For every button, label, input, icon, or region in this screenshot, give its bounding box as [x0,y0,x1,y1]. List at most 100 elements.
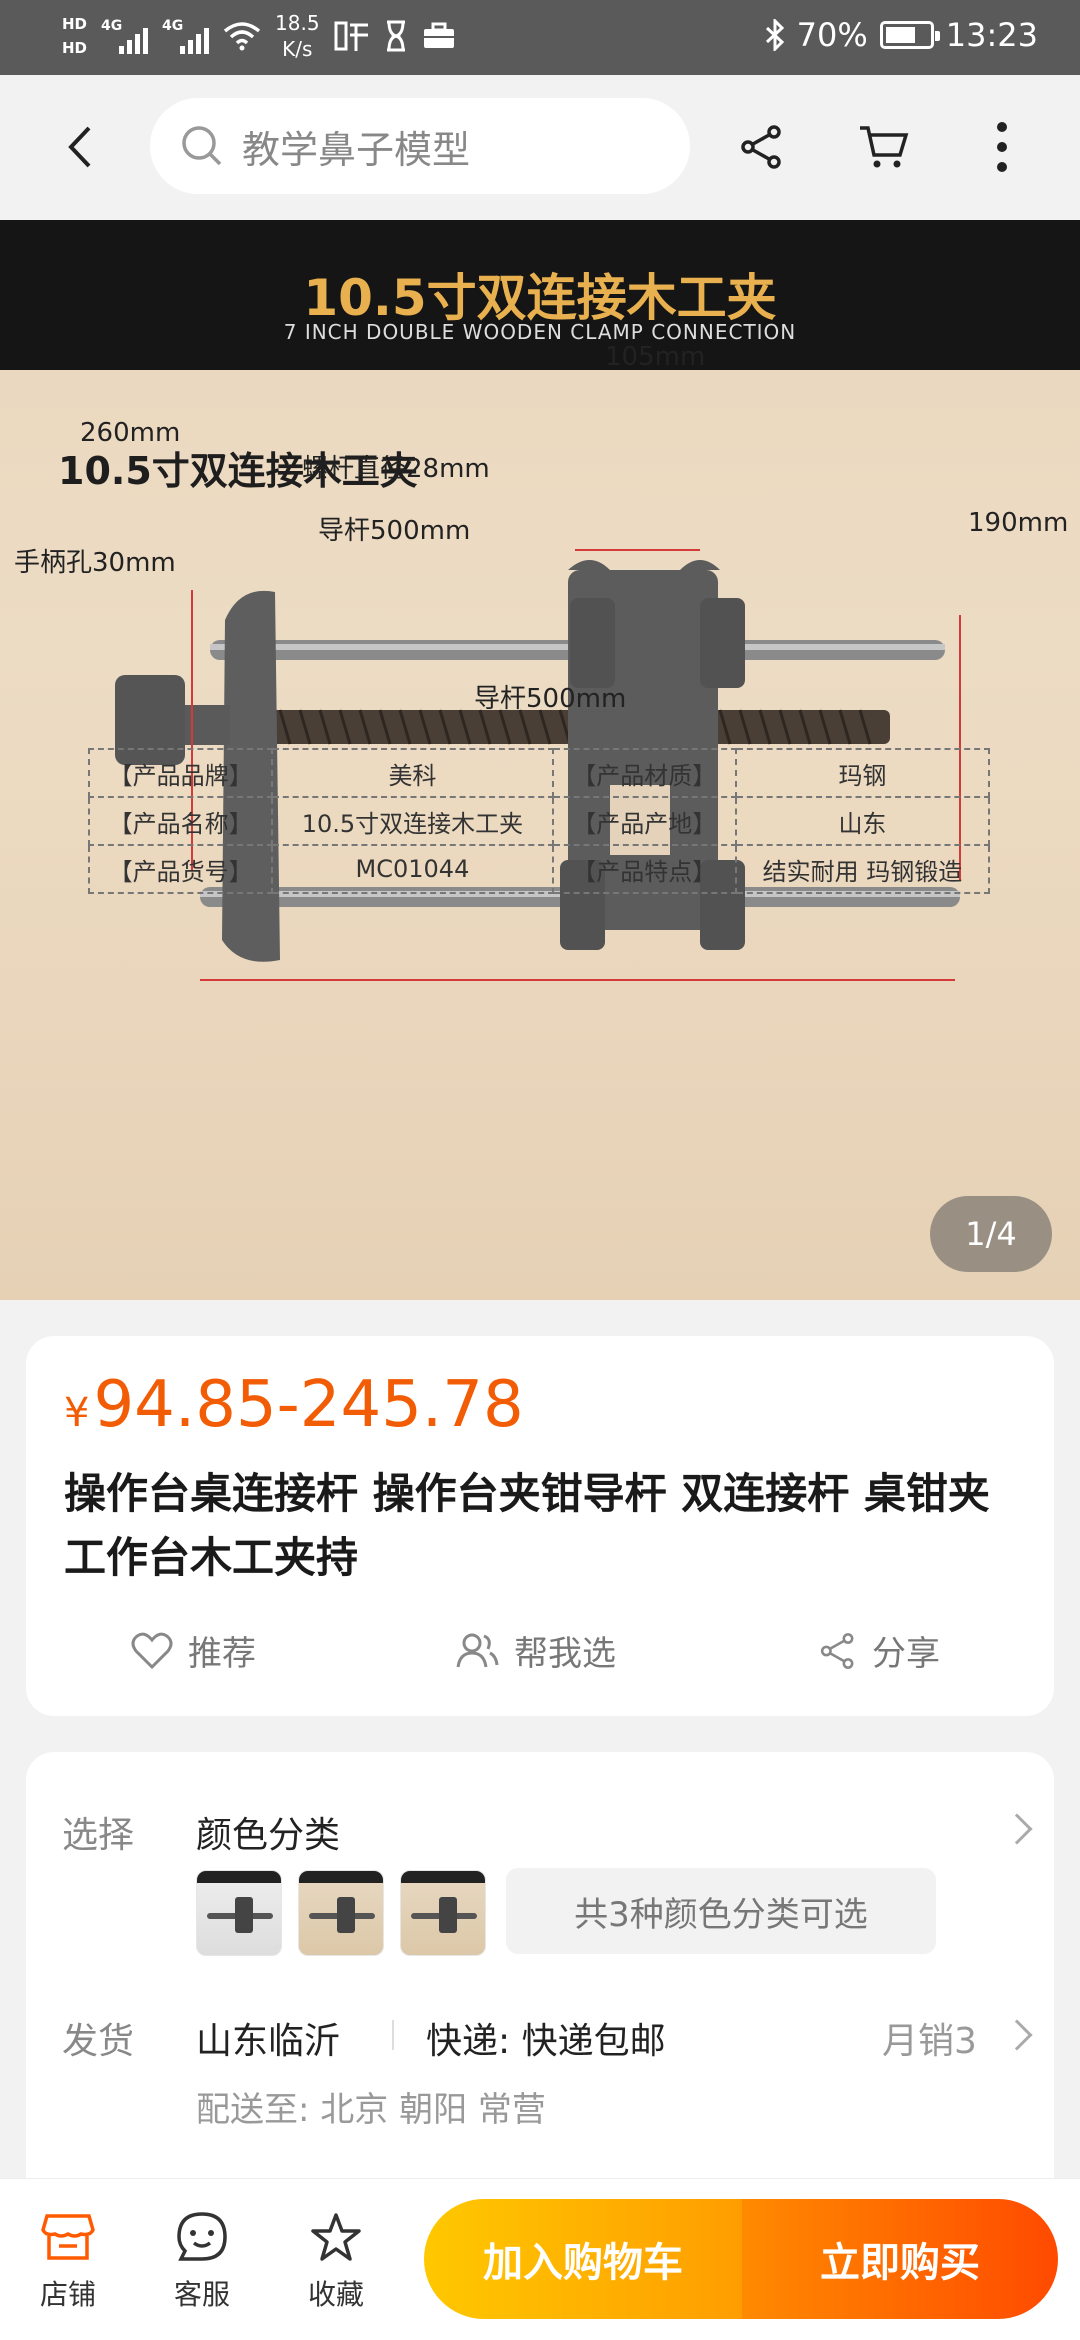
share-label: 分享 [872,1634,940,1674]
chevron-right-icon [1001,1813,1033,1845]
select-row[interactable]: 选择 颜色分类 共3种颜色分类可选 [26,1752,1054,1972]
favorite-label: 收藏 [307,2278,364,2311]
network-label-1: 4G [101,18,123,34]
ship-label: 发货 [62,2021,135,2062]
spec-row: 【产品名称】 10.5寸双连接木工夹 【产品产地】 山东 [87,796,991,846]
help-choose-label: 帮我选 [514,1634,616,1674]
chevron-right-icon [1001,2019,1033,2051]
battery-icon [879,21,940,49]
more-button[interactable] [970,115,1034,179]
share-icon [741,125,781,169]
spec-cell: 玛钢 [734,748,991,798]
share-icon [820,1632,854,1669]
ship-origin: 山东临沂 [196,2021,341,2062]
network-speed: 18.5 K/s [275,10,320,62]
signal-icon-2: 4G [162,18,210,54]
dim-guide-mid: 导杆500mm [318,516,471,546]
spec-row: 【产品货号】 MC01044 【产品特点】 结实耐用 玛钢锻造 [87,844,991,894]
share-button[interactable] [730,115,794,179]
buy-now-button[interactable]: 立即购买 [742,2199,1058,2319]
shipping-row[interactable]: 发货 山东临沂 快递: 快递包邮 月销3 配送至: 北京 朝阳 常营 [26,1982,1054,2182]
more-vertical-icon [997,122,1007,172]
option-summary[interactable]: 共3种颜色分类可选 [506,1868,936,1954]
shop-button[interactable]: 店铺 [18,2209,118,2313]
dim-left: 260mm [80,418,181,448]
action-row: 推荐 帮我选 分享 [26,1626,1054,1696]
shop-label: 店铺 [39,2278,96,2311]
dim-guide-bottom: 导杆500mm [474,684,627,714]
help-choose-button[interactable]: 帮我选 [454,1626,616,1675]
deliver-to: 配送至: 北京 朝阳 常营 [196,2090,546,2130]
spec-cell: 【产品名称】 [87,796,274,846]
speed-value: 18.5 [275,11,320,35]
back-button[interactable] [50,117,110,177]
spec-cell: 【产品材质】 [551,748,737,798]
dim-screw: 螺杆直径28mm [302,454,490,484]
dim-top: 105mm [605,342,706,372]
dim-handle: 手柄孔30mm [14,548,176,578]
briefcase-icon [423,22,454,48]
spec-cell: 【产品品牌】 [87,748,274,798]
spec-cell: 【产品特点】 [551,844,737,894]
price-value: 94.85-245.78 [93,1368,524,1442]
search-icon [182,126,222,166]
chat-face-icon [177,2212,227,2261]
currency-symbol: ¥ [64,1390,90,1436]
customer-service-label: 客服 [173,2278,230,2311]
recommend-button[interactable]: 推荐 [130,1626,256,1675]
monthly-sales: 月销3 [882,2021,977,2062]
bottom-action-bar: 店铺 客服 收藏 加入购物车 立即购买 [0,2178,1080,2340]
status-bar: HD HD 4G 4G 18.5 K/s 70% 13:23 [0,0,1080,75]
spec-row: 【产品品牌】 美科 【产品材质】 玛钢 [87,748,991,798]
signal-icon: 4G [101,18,149,54]
spec-table: 【产品品牌】 美科 【产品材质】 玛钢 【产品名称】 10.5寸双连接木工夹 【… [87,748,991,894]
network-label-2: 4G [162,18,184,34]
search-placeholder: 教学鼻子模型 [242,127,471,172]
speed-unit: K/s [282,37,313,61]
hourglass-icon [386,20,405,52]
product-info-card: ¥94.85-245.78 操作台桌连接杆 操作台夹钳导杆 双连接杆 桌钳夹 工… [26,1336,1054,1716]
options-card: 选择 颜色分类 共3种颜色分类可选 发货 山东临沂 快递: 快递包邮 月销3 配… [26,1752,1054,2212]
bluetooth-icon [765,19,784,51]
hd-indicator: HD HD [62,12,87,60]
search-input[interactable]: 教学鼻子模型 [150,98,690,194]
listen-app-icon [334,21,368,51]
hd-label-2: HD [62,39,88,57]
spec-cell: 【产品产地】 [551,796,737,846]
shop-icon [41,2214,95,2260]
dim-right: 190mm [968,508,1069,538]
spec-cell: MC01044 [271,844,554,894]
product-title: 操作台桌连接杆 操作台夹钳导杆 双连接杆 桌钳夹 工作台木工夹持 [64,1469,990,1582]
recommend-label: 推荐 [188,1634,256,1674]
spec-cell: 10.5寸双连接木工夹 [271,796,554,846]
star-icon [311,2213,361,2261]
price: ¥94.85-245.78 [64,1368,524,1442]
cart-button[interactable] [852,115,916,179]
select-value: 颜色分类 [196,1815,341,1856]
image-pager: 1/4 [930,1196,1052,1272]
add-to-cart-button[interactable]: 加入购物车 [424,2199,742,2319]
express-info: 快递: 快递包邮 [426,2021,666,2062]
product-image-carousel[interactable]: 10.5寸双连接木工夹 7 INCH DOUBLE WOODEN CLAMP C… [0,220,1080,1300]
clock: 13:23 [945,16,1038,54]
nav-bar: 教学鼻子模型 [0,75,1080,220]
chevron-left-icon [68,126,91,168]
hd-label-1: HD [62,15,88,33]
share-action-button[interactable]: 分享 [818,1626,940,1675]
divider [392,2020,394,2050]
variant-thumbnail[interactable] [400,1870,486,1956]
battery-percent: 70% [796,16,868,54]
variant-thumbnail[interactable] [196,1870,282,1956]
customer-service-button[interactable]: 客服 [152,2209,252,2313]
favorite-button[interactable]: 收藏 [286,2209,386,2313]
select-label: 选择 [62,1815,135,1856]
spec-cell: 美科 [271,748,554,798]
wifi-icon [223,22,261,51]
spec-cell: 山东 [734,796,991,846]
variant-thumbnail[interactable] [298,1870,384,1956]
cart-icon [860,126,909,168]
spec-cell: 【产品货号】 [87,844,274,894]
spec-cell: 结实耐用 玛钢锻造 [734,844,991,894]
heart-icon [131,1632,173,1669]
people-icon [456,1633,499,1667]
